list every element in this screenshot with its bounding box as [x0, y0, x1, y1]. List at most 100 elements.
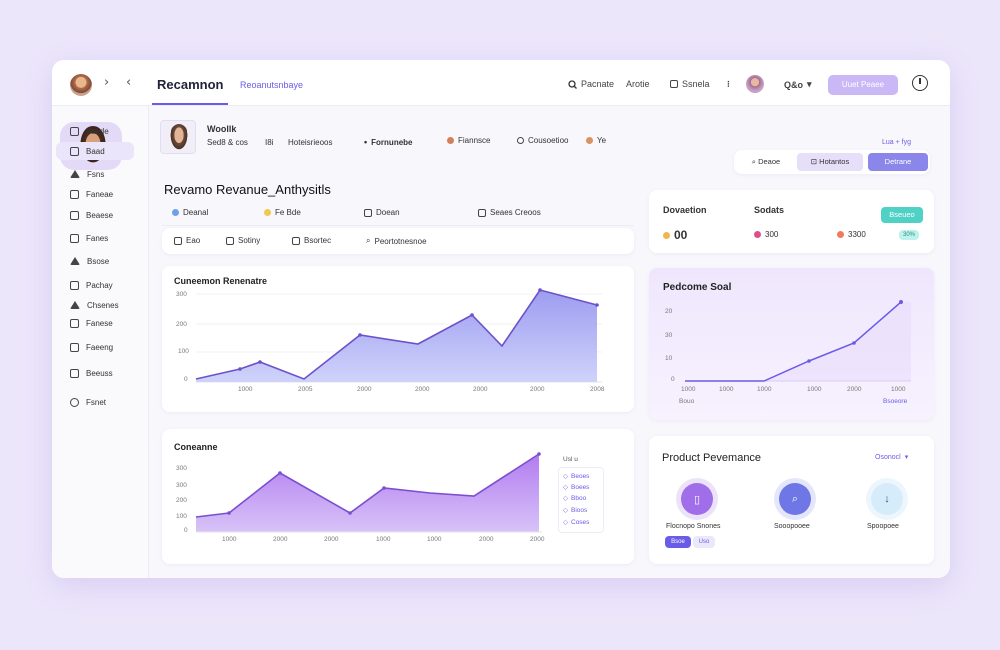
- data-point: [278, 471, 282, 475]
- more-icon[interactable]: ⁝: [727, 79, 730, 90]
- dot-icon: [172, 209, 179, 216]
- product-label: Flocnopo Snones: [666, 523, 721, 530]
- coin-icon: [663, 231, 670, 239]
- sidebar-item-4[interactable]: Faneae: [56, 185, 134, 203]
- sidebar-item-7[interactable]: Bsose: [56, 252, 134, 270]
- person-chip-1[interactable]: • Fornunebe: [364, 137, 413, 147]
- x-tick: 1000: [681, 386, 696, 393]
- sidebar-item-3[interactable]: Fsns: [56, 165, 134, 183]
- data-point: [382, 486, 386, 490]
- sidebar-item-1[interactable]: Bacde: [56, 122, 134, 140]
- sidebar-icon: [70, 146, 79, 156]
- person-chip-3[interactable]: Cousoetioo: [517, 136, 568, 145]
- filter-2[interactable]: Fe Bde: [264, 208, 301, 217]
- x-sub-label: Bsoeore: [883, 398, 908, 405]
- data-point: [358, 333, 362, 337]
- header-photo: [160, 120, 196, 154]
- person-name: Fiannsce: [458, 136, 491, 145]
- x-tick: 2000: [324, 536, 339, 543]
- person-chip-2[interactable]: Fiannsce: [447, 136, 490, 145]
- chevron-down-icon: ▾: [904, 454, 909, 461]
- data-point: [227, 511, 231, 515]
- sidebar-item-label: Fanes: [86, 233, 109, 243]
- sidebar-item-5[interactable]: Beaese: [56, 206, 134, 224]
- sidebar-item-11[interactable]: Faeeng: [56, 338, 134, 356]
- data-point: [538, 288, 542, 292]
- sidebar-item-label: Faneae: [86, 189, 114, 199]
- chart-card-bottom: Coneanne 300 300 200 100 0 1000 2000 200…: [162, 429, 634, 564]
- person-name: Cousoetioo: [528, 136, 569, 145]
- data-point: [258, 360, 262, 364]
- chip[interactable]: Uso: [693, 536, 715, 548]
- legend-item[interactable]: ◇ Bboo: [563, 494, 586, 503]
- data-point: [899, 300, 903, 304]
- sidebar-item-10[interactable]: Fanese: [56, 314, 134, 332]
- sidebar-item-2[interactable]: Baad: [56, 142, 134, 160]
- search-icon[interactable]: ⌕: [779, 483, 811, 515]
- filter-3[interactable]: Doean: [364, 208, 400, 217]
- topbar-item-3[interactable]: Ssnela: [670, 79, 710, 89]
- tab-label: Eao: [186, 236, 201, 245]
- document-icon[interactable]: ▯: [681, 483, 713, 515]
- tab-1[interactable]: Eao: [174, 236, 200, 245]
- legend-item[interactable]: ◇ Boees: [563, 483, 589, 492]
- x-tick: 1000: [238, 386, 253, 393]
- primary-button[interactable]: Detrane: [868, 153, 928, 171]
- tab-4[interactable]: ⌕ Peortotnesnoe: [366, 236, 427, 246]
- person-chip-4[interactable]: Ye: [586, 136, 606, 145]
- user-avatar[interactable]: [746, 75, 764, 93]
- chevron-right-icon[interactable]: ›: [104, 75, 109, 90]
- topbar-item-search[interactable]: Pacnate: [568, 79, 614, 89]
- dot-icon: [837, 231, 844, 238]
- arrow-down-icon[interactable]: ↓: [871, 483, 903, 515]
- filter-1[interactable]: Deanal: [172, 208, 208, 217]
- diamond-icon: ◇: [563, 519, 568, 526]
- x-tick: 1000: [719, 386, 734, 393]
- user-menu[interactable]: Q&o ▾: [784, 79, 812, 90]
- timer-icon[interactable]: [912, 75, 928, 91]
- filter-4[interactable]: Seaes Creoos: [478, 208, 541, 217]
- sidebar-item-12[interactable]: Beeuss: [56, 364, 134, 382]
- data-point: [348, 511, 352, 515]
- breadcrumb[interactable]: Reoanutsnbaye: [240, 80, 303, 90]
- sidebar-icon: [70, 397, 79, 407]
- sidebar-icon: [70, 301, 80, 309]
- period-dropdown[interactable]: Osonocl ▾: [875, 453, 909, 462]
- sidebar-item-9[interactable]: Chsenes: [56, 296, 134, 314]
- sidebar-item-8[interactable]: Pachay: [56, 276, 134, 294]
- tab-label: Peortotnesnoe: [374, 236, 427, 246]
- area-fill: [685, 302, 911, 381]
- tab-2[interactable]: Sotiny: [226, 236, 260, 245]
- tab-3[interactable]: Bsortec: [292, 236, 331, 245]
- main-area-chart: [195, 288, 602, 383]
- sidebar-item-13[interactable]: Fsnet: [56, 393, 134, 411]
- sidebar-icon: [70, 233, 79, 243]
- sidebar-item-6[interactable]: Fanes: [56, 229, 134, 247]
- value: 300: [765, 230, 779, 239]
- x-tick: 2000: [415, 386, 430, 393]
- title-underline: [152, 103, 228, 105]
- chip-active[interactable]: Bsoe: [665, 536, 691, 548]
- primary-action-button[interactable]: Uuet Peaee: [828, 75, 898, 95]
- legend-item[interactable]: ◇ Bioos: [563, 506, 587, 515]
- square-icon: [292, 236, 300, 245]
- action-group: ⌕ Deaoe ⊡ Hotantos Detrane: [734, 150, 930, 174]
- legend-title: Usl u: [563, 456, 578, 463]
- chevron-left-icon[interactable]: ‹: [126, 75, 131, 90]
- area-fill: [196, 454, 539, 532]
- x-tick: 2000: [357, 386, 372, 393]
- summary-button[interactable]: Bseueo: [881, 207, 923, 223]
- x-tick: 2000: [473, 386, 488, 393]
- circle-icon: [517, 137, 524, 144]
- secondary-action-button[interactable]: ⊡ Hotantos: [797, 153, 863, 171]
- topbar-item-2[interactable]: Arotie: [626, 79, 650, 89]
- search-icon: [568, 79, 577, 89]
- square-icon: [174, 236, 182, 245]
- legend-item[interactable]: ◇ Beoes: [563, 472, 589, 481]
- legend-item[interactable]: ◇ Coses: [563, 518, 589, 527]
- search-action-button[interactable]: ⌕ Deaoe: [738, 153, 794, 171]
- data-point: [537, 452, 541, 456]
- avatar: [447, 137, 454, 144]
- sidebar-icon: [70, 257, 80, 265]
- avatar[interactable]: [70, 74, 92, 96]
